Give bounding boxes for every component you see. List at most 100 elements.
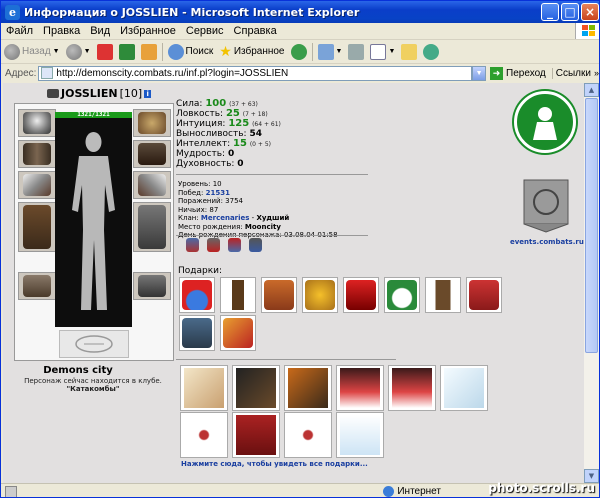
media-button[interactable] [288, 41, 310, 63]
postcard[interactable] [232, 412, 280, 458]
belt-slot[interactable] [18, 272, 56, 300]
title-bar: e Информация о JOSSLIEN - Microsoft Inte… [1, 1, 599, 23]
favorites-button[interactable]: ★ Избранное [216, 41, 287, 63]
refresh-button[interactable] [116, 41, 138, 63]
address-input[interactable]: http://demonscity.combats.ru/inf.pl?logi… [38, 65, 473, 81]
character-header: JOSSLIEN [10] i [47, 87, 152, 100]
menu-help[interactable]: Справка [229, 25, 282, 37]
badges-row [186, 238, 262, 252]
shield-slot[interactable] [133, 171, 171, 199]
internet-zone: Интернет [383, 486, 441, 497]
back-button[interactable]: Назад ▼ [1, 41, 63, 63]
home-button[interactable] [138, 41, 160, 63]
helmet-slot[interactable] [18, 109, 56, 137]
location-info: Персонаж сейчас находится в клубе. "Ката… [13, 377, 173, 393]
gift-item[interactable] [302, 277, 338, 313]
armor-slot[interactable] [18, 202, 56, 252]
stat-row: Духовность: 0 [176, 159, 244, 169]
ie-icon: e [5, 4, 20, 20]
clan-link[interactable]: Mercenaries [201, 214, 250, 222]
address-dropdown[interactable]: ▼ [472, 65, 487, 81]
scroll-thumb[interactable] [585, 98, 598, 353]
menu-file[interactable]: Файл [1, 25, 38, 37]
postcard[interactable] [388, 365, 436, 411]
chevron-down-icon: ▼ [588, 472, 595, 480]
clan-logo-icon[interactable] [514, 91, 576, 153]
character-model: 1321/1321 [55, 112, 132, 327]
events-banner-icon[interactable] [516, 178, 576, 233]
character-name: JOSSLIEN [61, 87, 118, 100]
all-gifts-link[interactable]: Нажмите сюда, чтобы увидеть все подарки.… [181, 460, 368, 468]
postcard[interactable] [284, 365, 332, 411]
close-button[interactable]: × [581, 3, 599, 21]
axe-icon [23, 174, 51, 196]
medal-icon[interactable] [249, 238, 262, 252]
address-url: http://demonscity.combats.ru/inf.pl?logi… [56, 67, 289, 79]
events-link[interactable]: events.combats.ru [510, 238, 584, 246]
print-button[interactable] [345, 41, 367, 63]
maximize-button[interactable]: □ [561, 3, 579, 21]
postcard[interactable] [180, 365, 228, 411]
postcard[interactable] [232, 365, 280, 411]
knight-icon [533, 107, 557, 140]
gift-item[interactable] [343, 277, 379, 313]
medal-icon[interactable] [207, 238, 220, 252]
gift-item[interactable] [425, 277, 461, 313]
helmet-icon [23, 112, 51, 134]
legs-slot[interactable] [133, 202, 171, 252]
discuss-button[interactable] [398, 41, 420, 63]
forward-button[interactable]: ▼ [63, 41, 94, 63]
medal-icon[interactable] [228, 238, 241, 252]
toolbar-separator [161, 42, 163, 61]
gift-item[interactable] [220, 315, 256, 351]
stats-block: Сила: 100 (37 + 63) Ловкость: 25 (7 + 18… [176, 99, 281, 170]
go-button[interactable]: ➜ Переход [490, 66, 548, 80]
gift-item[interactable] [179, 315, 215, 351]
gift-item[interactable] [220, 277, 256, 313]
edit-button[interactable]: ▼ [367, 41, 398, 63]
postcard-image [288, 368, 328, 408]
stop-button[interactable] [94, 41, 116, 63]
postcard-image [184, 368, 224, 408]
postcard[interactable] [180, 412, 228, 458]
vertical-scrollbar[interactable]: ▲ ▼ [584, 83, 599, 483]
gift-item[interactable] [466, 277, 502, 313]
menu-tools[interactable]: Сервис [181, 25, 229, 37]
boots-icon [138, 275, 166, 297]
gift-item[interactable] [179, 277, 215, 313]
scroll-up-button[interactable]: ▲ [584, 83, 599, 97]
menu-edit[interactable]: Правка [38, 25, 85, 37]
menu-favorites[interactable]: Избранное [115, 25, 181, 37]
messenger-button[interactable] [420, 41, 442, 63]
amulet-slot[interactable] [133, 109, 171, 137]
draws-row: Ничьих: 87 [178, 205, 219, 214]
postcard[interactable] [440, 365, 488, 411]
gloves-slot[interactable] [133, 140, 171, 168]
address-label: Адрес: [5, 67, 37, 79]
links-button[interactable]: Ссылки [551, 67, 594, 79]
info-icon[interactable]: i [144, 89, 152, 98]
postcard[interactable] [284, 412, 332, 458]
weapon-slot[interactable] [18, 171, 56, 199]
menu-view[interactable]: Вид [85, 25, 115, 37]
gift-item[interactable] [261, 277, 297, 313]
windows-flag-icon [575, 23, 599, 39]
bracers-slot[interactable] [18, 140, 56, 168]
search-button[interactable]: Поиск [165, 41, 217, 63]
chevron-up-icon: ▲ [588, 86, 595, 94]
character-level: [10] [119, 87, 143, 100]
postcard[interactable] [336, 365, 384, 411]
pet-slot[interactable] [59, 330, 129, 358]
divider [176, 235, 368, 236]
page-icon [41, 67, 54, 79]
home-icon [140, 43, 157, 60]
boots-slot[interactable] [133, 272, 171, 300]
gift-item[interactable] [384, 277, 420, 313]
stat-row: Выносливость: 54 [176, 129, 262, 139]
banner-icon [182, 318, 212, 348]
minimize-button[interactable]: _ [541, 3, 559, 21]
go-label: Переход [506, 67, 546, 79]
mail-button[interactable]: ▼ [315, 41, 346, 63]
postcard[interactable] [336, 412, 384, 458]
medal-icon[interactable] [186, 238, 199, 252]
